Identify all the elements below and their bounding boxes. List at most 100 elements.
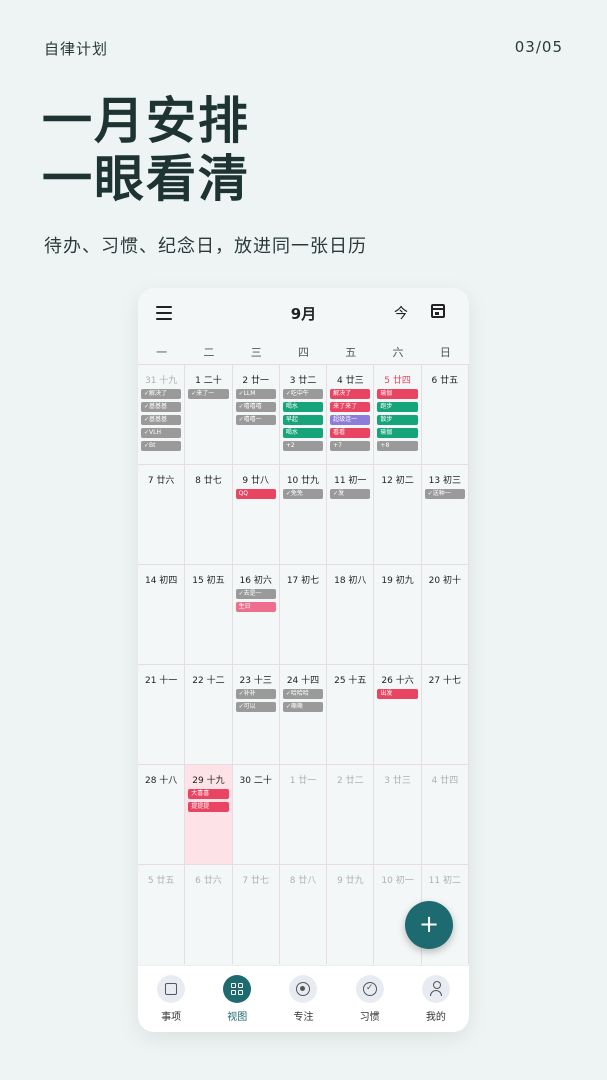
day-cell[interactable]: 9 廿九 bbox=[327, 864, 375, 964]
day-cell[interactable]: 4 廿三 解决了 来了来了 超级连一 看看 +7 bbox=[327, 364, 375, 464]
day-cell[interactable]: 2 廿一 ✓LLM ✓嘻嘻嘻 ✓嘻嘻一 bbox=[232, 364, 280, 464]
day-number: 9 廿九 bbox=[336, 876, 364, 886]
weekday-header: 一二三四五六日 bbox=[138, 344, 469, 360]
day-cell[interactable]: 10 廿九 ✓免免 bbox=[279, 464, 328, 564]
event-chip[interactable]: ✓去是一 bbox=[235, 589, 276, 599]
day-number: 12 初二 bbox=[381, 476, 414, 486]
day-cell[interactable]: 5 廿五 bbox=[138, 864, 186, 964]
tab-4[interactable]: 我的 bbox=[406, 966, 466, 1032]
tab-label: 我的 bbox=[425, 1012, 446, 1023]
today-button[interactable]: 今 bbox=[394, 303, 408, 323]
day-number: 16 初六 bbox=[239, 576, 272, 586]
day-cell[interactable]: 31 十九 ✓解决了 ✓基基基 ✓基基基 ✓VLH ✓Bt bbox=[138, 364, 186, 464]
event-chip[interactable]: ✓可以 bbox=[235, 702, 276, 712]
event-chip[interactable]: ✓送种一 bbox=[424, 489, 465, 499]
day-cell[interactable]: 23 十三 ✓补补 ✓可以 bbox=[232, 664, 280, 764]
day-cell[interactable]: 16 初六 ✓去是一生日 bbox=[232, 564, 280, 664]
day-cell[interactable]: 27 十七 bbox=[421, 664, 469, 764]
event-chip[interactable]: 喝水 bbox=[282, 428, 324, 438]
day-cell[interactable]: 7 廿七 bbox=[232, 864, 280, 964]
day-cell[interactable]: 3 廿三 bbox=[374, 764, 422, 864]
day-cell[interactable]: 3 廿二 ✓吃中午 喝水 早起 喝水 +2 bbox=[279, 364, 328, 464]
tab-3[interactable]: ✓ 习惯 bbox=[340, 966, 400, 1032]
event-chip[interactable]: ✓来了一 bbox=[188, 389, 229, 399]
event-chip[interactable]: 散步 bbox=[377, 415, 418, 425]
event-chip[interactable]: 解决了 bbox=[330, 389, 371, 399]
weekday-label: 五 bbox=[345, 346, 357, 359]
event-chip[interactable]: 喝水 bbox=[282, 402, 324, 412]
day-cell[interactable]: 2 廿二 bbox=[327, 764, 375, 864]
event-chip[interactable]: ✓免免 bbox=[282, 489, 324, 499]
weekday-label: 二 bbox=[203, 346, 215, 359]
day-cell[interactable]: 11 初一 ✓发 bbox=[327, 464, 375, 564]
day-cell[interactable]: 6 廿六 bbox=[185, 864, 233, 964]
day-cell[interactable]: 15 初五 bbox=[185, 564, 233, 664]
day-cell[interactable]: 7 廿六 bbox=[138, 464, 186, 564]
event-chip[interactable]: 瑜伽 bbox=[377, 389, 418, 399]
event-chip[interactable]: ✓发 bbox=[330, 489, 371, 499]
day-cell[interactable]: 24 十四 ✓哈哈哈 ✓嘶嘶 bbox=[279, 664, 328, 764]
event-chip[interactable]: 超级连一 bbox=[330, 415, 371, 425]
day-cell[interactable]: 20 初十 bbox=[421, 564, 469, 664]
event-chip[interactable]: ✓补补 bbox=[235, 689, 276, 699]
day-cell[interactable]: 19 初九 bbox=[374, 564, 422, 664]
day-cell[interactable]: 30 二十 bbox=[232, 764, 280, 864]
day-cell[interactable]: 4 廿四 bbox=[421, 764, 469, 864]
add-button[interactable]: + bbox=[405, 901, 453, 949]
event-chip[interactable]: 瑜伽 bbox=[377, 428, 418, 438]
day-cell[interactable]: 21 十一 bbox=[138, 664, 186, 764]
day-cell-today[interactable]: 29 十九 大喜喜 提提提 bbox=[185, 764, 233, 864]
event-chip[interactable]: 早起 bbox=[282, 415, 324, 425]
event-chip[interactable]: 跑步 bbox=[377, 402, 418, 412]
day-number: 21 十一 bbox=[144, 676, 178, 686]
event-chip[interactable]: ✓VLH bbox=[141, 428, 182, 438]
event-chip[interactable]: ✓Bt bbox=[141, 441, 182, 451]
event-chip[interactable]: ✓基基基 bbox=[141, 402, 182, 412]
day-cell[interactable]: 26 十六 出发 bbox=[374, 664, 422, 764]
event-chip[interactable]: ✓解决了 bbox=[141, 389, 182, 399]
event-chip[interactable]: +7 bbox=[330, 441, 371, 451]
event-chip[interactable]: ✓嘻嘻嘻 bbox=[235, 402, 276, 412]
day-cell[interactable]: 14 初四 bbox=[138, 564, 186, 664]
tab-label: 习惯 bbox=[359, 1012, 380, 1023]
weekday-label: 三 bbox=[250, 346, 262, 359]
day-cell[interactable]: 18 初八 bbox=[327, 564, 375, 664]
event-chip[interactable]: +8 bbox=[377, 441, 418, 451]
event-chip[interactable]: ✓嘻嘻一 bbox=[235, 415, 276, 425]
day-cell[interactable]: 9 廿八 QQ bbox=[232, 464, 280, 564]
tab-1[interactable]: 视图 bbox=[207, 966, 267, 1032]
event-chip[interactable]: 出发 bbox=[377, 689, 418, 699]
event-chip[interactable]: 看看 bbox=[330, 428, 371, 438]
day-cell[interactable]: 1 廿一 bbox=[279, 764, 328, 864]
day-cell[interactable]: 25 十五 bbox=[327, 664, 375, 764]
day-cell[interactable]: 28 十八 bbox=[138, 764, 186, 864]
event-chip[interactable]: ✓基基基 bbox=[141, 415, 182, 425]
event-chip[interactable]: ✓LLM bbox=[235, 389, 276, 399]
event-chip[interactable]: ✓嘶嘶 bbox=[282, 702, 324, 712]
day-cell[interactable]: 12 初二 bbox=[374, 464, 422, 564]
event-chip[interactable]: ✓吃中午 bbox=[282, 389, 324, 399]
day-cell[interactable]: 8 廿八 bbox=[279, 864, 328, 964]
tab-0[interactable]: 事项 bbox=[141, 966, 201, 1032]
event-chip[interactable]: 大喜喜 bbox=[188, 789, 229, 799]
day-cell[interactable]: 17 初七 bbox=[279, 564, 328, 664]
event-chip[interactable]: ✓哈哈哈 bbox=[282, 689, 324, 699]
day-number: 9 廿八 bbox=[242, 476, 269, 486]
day-cell[interactable]: 5 廿四 瑜伽 跑步 散步 瑜伽 +8 bbox=[374, 364, 422, 464]
event-chip[interactable]: 生日 bbox=[235, 602, 276, 612]
event-chip[interactable]: 提提提 bbox=[188, 802, 229, 812]
day-cell[interactable]: 22 十二 bbox=[185, 664, 233, 764]
event-chip[interactable]: +2 bbox=[282, 441, 324, 451]
day-cell[interactable]: 8 廿七 bbox=[185, 464, 233, 564]
tab-2[interactable]: 专注 bbox=[273, 966, 333, 1032]
day-cell[interactable]: 13 初三 ✓送种一 bbox=[421, 464, 469, 564]
day-cell[interactable]: 6 廿五 bbox=[421, 364, 469, 464]
subline: 待办、习惯、纪念日，放进同一张日历 bbox=[44, 236, 367, 257]
event-chip[interactable]: 来了来了 bbox=[330, 402, 371, 412]
day-number: 5 廿五 bbox=[147, 876, 175, 886]
event-chip[interactable]: QQ bbox=[235, 489, 276, 499]
day-cell[interactable]: 1 二十 ✓来了一 bbox=[185, 364, 233, 464]
month-title[interactable]: 9月 bbox=[138, 303, 469, 324]
calendar-icon[interactable] bbox=[431, 304, 445, 318]
check-circle-icon: ✓ bbox=[355, 975, 384, 1003]
